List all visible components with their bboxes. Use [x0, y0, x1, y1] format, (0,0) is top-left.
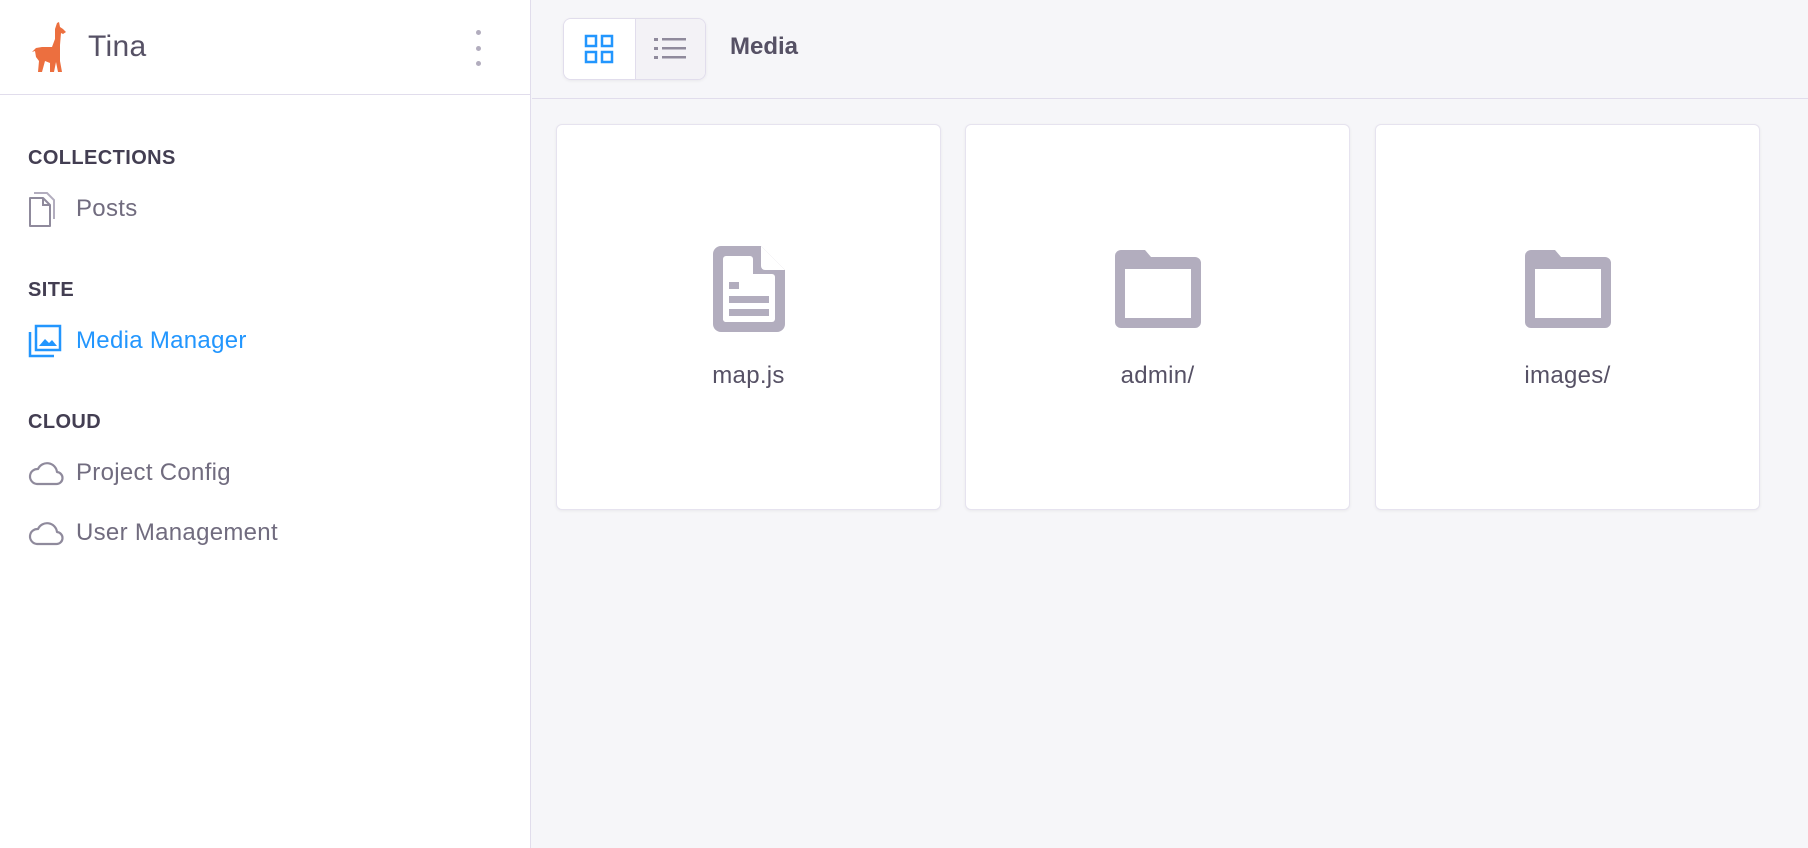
grid-view-button[interactable] — [564, 19, 635, 79]
media-icon — [28, 323, 64, 359]
cloud-icon — [28, 515, 64, 551]
sidebar-item-posts[interactable]: Posts — [28, 191, 138, 227]
file-name: map.js — [712, 362, 785, 389]
media-toolbar — [532, 0, 1808, 99]
sidebar-item-user-management[interactable]: User Management — [28, 515, 278, 551]
sidebar: Tina COLLECTIONS Posts SITE Media Manage… — [0, 0, 531, 848]
folder-name: images/ — [1524, 362, 1611, 389]
media-item-folder[interactable]: admin/ — [965, 124, 1350, 510]
llama-logo-icon — [30, 21, 72, 73]
document-icon — [28, 191, 64, 227]
sidebar-item-label: Media Manager — [76, 327, 247, 354]
media-item-folder[interactable]: images/ — [1375, 124, 1760, 510]
sidebar-header: Tina — [0, 0, 530, 95]
folder-icon — [1524, 244, 1611, 334]
media-item-file[interactable]: map.js — [556, 124, 941, 510]
section-title-collections: COLLECTIONS — [28, 147, 176, 169]
grid-view-icon — [585, 34, 614, 64]
sidebar-item-label: Posts — [76, 195, 138, 222]
section-title-cloud: CLOUD — [28, 411, 102, 433]
folder-name: admin/ — [1120, 362, 1195, 389]
list-view-button[interactable] — [634, 19, 705, 79]
folder-icon — [1114, 244, 1201, 334]
sidebar-item-label: User Management — [76, 519, 278, 546]
page-title: Media — [730, 33, 799, 60]
section-title-site: SITE — [28, 279, 75, 301]
sidebar-item-project-config[interactable]: Project Config — [28, 455, 231, 491]
app-name: Tina — [88, 30, 147, 63]
view-mode-toggle — [563, 18, 706, 80]
file-icon — [712, 244, 785, 334]
cloud-icon — [28, 455, 64, 491]
more-options-icon[interactable] — [472, 30, 484, 66]
sidebar-item-media-manager[interactable]: Media Manager — [28, 323, 247, 359]
list-view-icon — [654, 38, 687, 59]
sidebar-item-label: Project Config — [76, 459, 231, 486]
